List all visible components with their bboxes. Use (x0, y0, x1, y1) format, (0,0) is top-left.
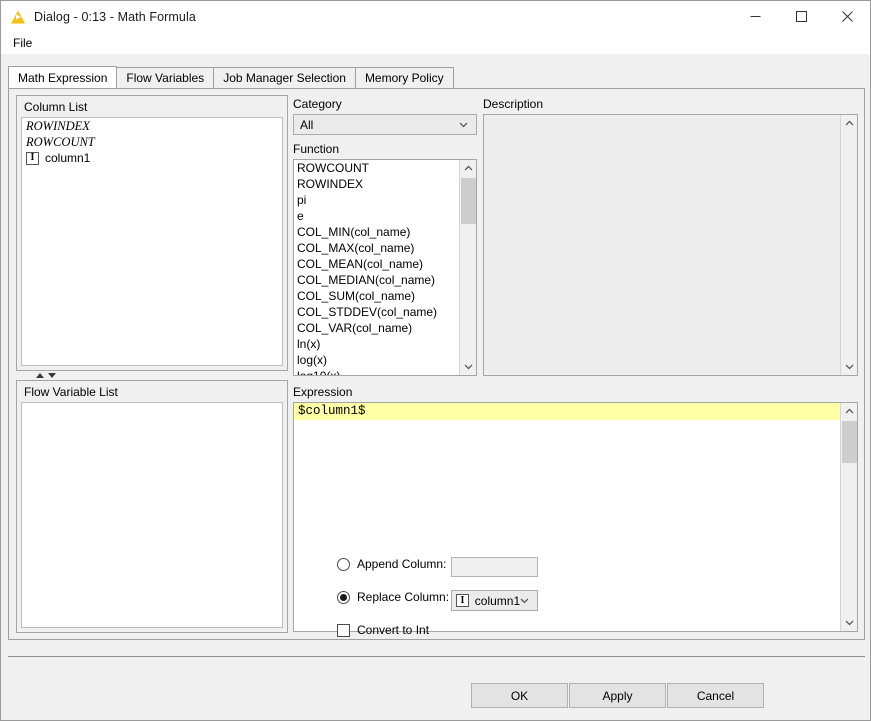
replace-column-dropdown[interactable]: I column1 (451, 590, 538, 611)
scrollbar-thumb[interactable] (461, 178, 476, 224)
list-item[interactable]: ROWINDEX (294, 176, 459, 192)
expression-value[interactable]: $column1$ (294, 403, 840, 420)
tab-flow-variables[interactable]: Flow Variables (116, 67, 215, 88)
close-button[interactable] (824, 1, 870, 32)
scroll-down-icon[interactable] (841, 614, 857, 631)
integer-type-icon: I (26, 151, 39, 165)
list-item[interactable]: COL_STDDEV(col_name) (294, 304, 459, 320)
function-label: Function (293, 142, 340, 156)
description-panel (483, 114, 858, 376)
flow-variable-list-group: Flow Variable List (16, 380, 288, 633)
tab-math-expression[interactable]: Math Expression (8, 66, 118, 88)
scroll-down-icon[interactable] (841, 358, 858, 375)
flow-variable-list-title: Flow Variable List (24, 385, 118, 399)
math-formula-dialog: Dialog - 0:13 - Math Formula File Math E… (0, 0, 871, 721)
function-items: ROWCOUNT ROWINDEX pi e COL_MIN(col_name)… (294, 160, 459, 375)
column-list-item-label: ROWCOUNT (26, 135, 95, 149)
column-list-group: Column List ROWINDEX ROWCOUNT I column1 (16, 95, 288, 371)
function-list-scrollbar[interactable] (459, 160, 476, 375)
chevron-down-icon (520, 598, 529, 604)
radio-indicator (337, 557, 350, 571)
scroll-up-icon[interactable] (841, 115, 858, 132)
tab-job-manager-selection[interactable]: Job Manager Selection (213, 67, 356, 88)
scroll-up-icon[interactable] (460, 160, 476, 177)
list-item[interactable]: COL_MEDIAN(col_name) (294, 272, 459, 288)
window-controls (732, 1, 870, 32)
checkbox-indicator (337, 623, 350, 637)
list-item[interactable]: COL_VAR(col_name) (294, 320, 459, 336)
category-dropdown[interactable]: All (293, 114, 477, 135)
scrollbar-thumb[interactable] (842, 421, 857, 463)
category-label: Category (293, 97, 342, 111)
chevron-down-icon (459, 122, 468, 128)
flow-variable-list-body[interactable] (21, 402, 283, 628)
replace-column-value: column1 (474, 593, 521, 608)
collapse-up-icon[interactable] (36, 373, 44, 378)
category-value: All (300, 117, 314, 132)
menu-item-file[interactable]: File (6, 34, 39, 52)
apply-button[interactable]: Apply (569, 683, 666, 708)
list-item[interactable]: COL_SUM(col_name) (294, 288, 459, 304)
description-label: Description (483, 97, 544, 111)
window-title: Dialog - 0:13 - Math Formula (34, 9, 196, 24)
column-list-item-label: ROWINDEX (26, 119, 90, 133)
replace-column-label: Replace Column: (357, 590, 450, 604)
column-list-title: Column List (24, 100, 88, 114)
replace-column-radio[interactable]: Replace Column: (337, 590, 449, 604)
split-pane-divider[interactable] (16, 371, 288, 380)
convert-to-int-checkbox[interactable]: Convert to Int (337, 623, 429, 637)
minimize-button[interactable] (732, 1, 778, 32)
append-column-input[interactable] (451, 557, 538, 577)
list-item[interactable]: COL_MAX(col_name) (294, 240, 459, 256)
function-list[interactable]: ROWCOUNT ROWINDEX pi e COL_MIN(col_name)… (293, 159, 477, 376)
append-column-radio[interactable]: Append Column: (337, 557, 446, 571)
list-item[interactable]: ROWCOUNT (294, 160, 459, 176)
tab-strip: Math Expression Flow Variables Job Manag… (8, 66, 865, 88)
knime-node-triangle-icon (11, 10, 25, 23)
tab-memory-policy[interactable]: Memory Policy (354, 67, 454, 88)
convert-to-int-label: Convert to Int (357, 623, 430, 637)
list-item[interactable]: ROWCOUNT (22, 134, 282, 150)
maximize-button[interactable] (778, 1, 824, 32)
split-divider-arrows (36, 373, 56, 378)
list-item[interactable]: log(x) (294, 352, 459, 368)
column-list-item-label: column1 (45, 151, 91, 165)
menu-bar: File (1, 32, 870, 54)
list-item[interactable]: e (294, 208, 459, 224)
integer-type-icon: I (456, 594, 469, 607)
list-item[interactable]: COL_MEAN(col_name) (294, 256, 459, 272)
cancel-button[interactable]: Cancel (667, 683, 764, 708)
scroll-up-icon[interactable] (841, 403, 857, 420)
column-list-body[interactable]: ROWINDEX ROWCOUNT I column1 (21, 117, 283, 366)
list-item[interactable]: log10(x) (294, 368, 459, 375)
expression-label: Expression (293, 385, 353, 399)
append-column-label: Append Column: (357, 557, 447, 571)
ok-button[interactable]: OK (471, 683, 568, 708)
list-item[interactable]: COL_MIN(col_name) (294, 224, 459, 240)
button-bar-separator (8, 656, 865, 657)
list-item[interactable]: pi (294, 192, 459, 208)
collapse-down-icon[interactable] (48, 373, 56, 378)
title-bar: Dialog - 0:13 - Math Formula (1, 1, 870, 32)
list-item[interactable]: ROWINDEX (22, 118, 282, 134)
radio-indicator (337, 590, 350, 604)
expression-scrollbar[interactable] (840, 403, 857, 631)
list-item[interactable]: ln(x) (294, 336, 459, 352)
list-item[interactable]: I column1 (22, 150, 282, 166)
description-scrollbar[interactable] (840, 115, 857, 375)
scroll-down-icon[interactable] (460, 358, 476, 375)
